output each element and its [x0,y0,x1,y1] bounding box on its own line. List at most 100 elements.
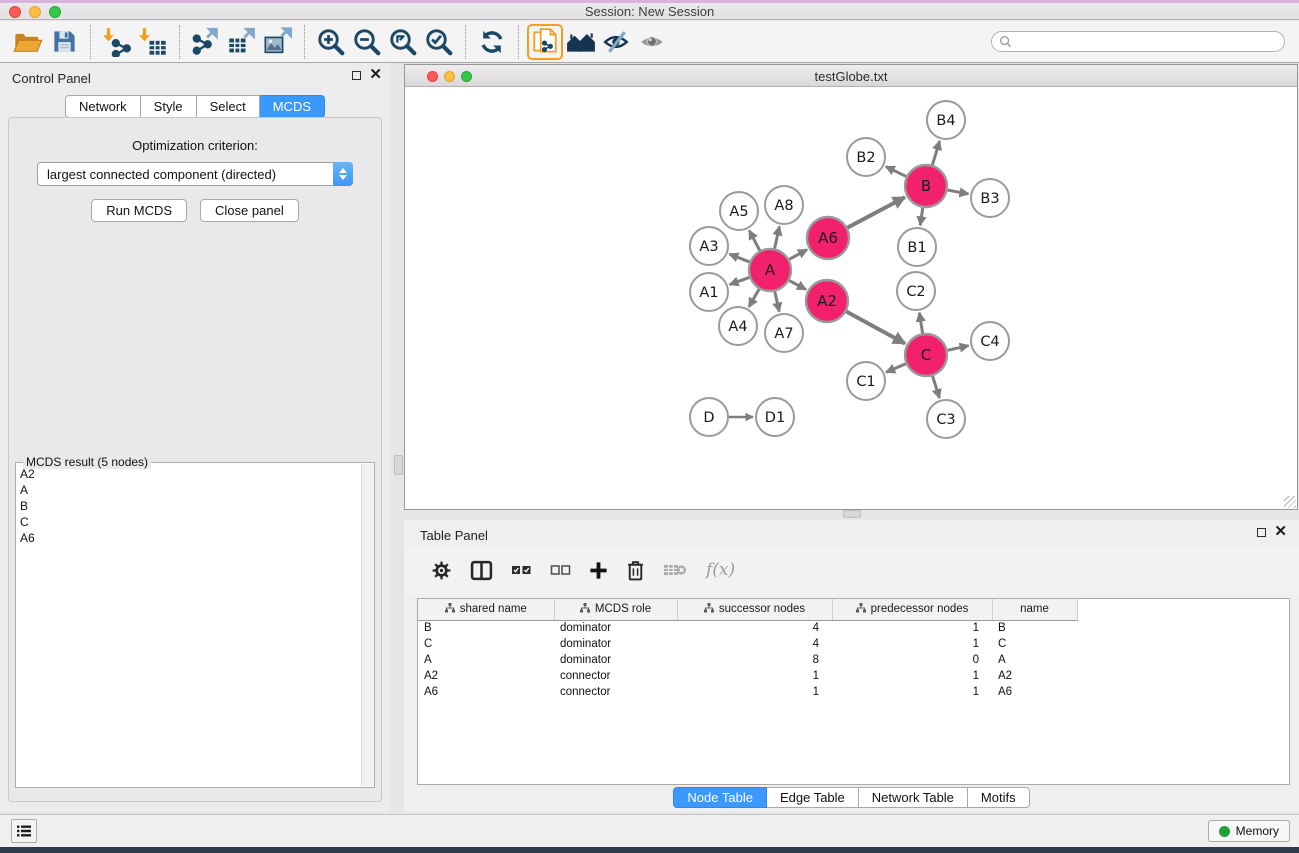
graph-edge[interactable] [730,277,750,284]
graph-edge[interactable] [775,227,780,249]
graph-node[interactable]: A5 [720,192,758,230]
graph-node[interactable]: B3 [971,179,1009,217]
graph-edge[interactable] [920,208,923,225]
graph-edge[interactable] [947,346,968,351]
network-graph-canvas[interactable]: B4B2BB3B1A5A8A6A3AA1A2A4A7C2C4CC1C3DD1 [405,87,1297,509]
result-scrollbar[interactable] [361,464,374,786]
graph-node[interactable]: A1 [690,273,728,311]
table-row[interactable]: A2connector11A2 [418,668,1077,684]
import-network-button[interactable] [99,24,135,60]
column-header[interactable]: name [992,599,1077,620]
hide-graphics-details-button[interactable] [599,24,635,60]
refresh-button[interactable] [474,24,510,60]
attribute-table[interactable]: shared nameMCDS rolesuccessor nodesprede… [418,599,1078,700]
select-all-rows-button[interactable] [511,563,532,577]
window-resize-grip[interactable] [1284,496,1296,508]
vertical-divider-grip[interactable] [394,455,403,475]
import-table-button[interactable] [135,24,171,60]
graph-node[interactable]: C1 [847,362,885,400]
tab-select[interactable]: Select [197,95,260,118]
graph-edge[interactable] [933,376,940,398]
add-column-button[interactable] [589,561,608,580]
column-header[interactable]: shared name [418,599,554,620]
export-image-button[interactable] [260,24,296,60]
delete-table-button[interactable] [663,562,688,578]
search-box[interactable] [991,31,1285,52]
open-file-button[interactable] [10,24,46,60]
graph-edge[interactable] [729,254,749,262]
graph-node[interactable]: B2 [847,138,885,176]
save-session-button[interactable] [46,24,82,60]
zoom-selected-button[interactable] [421,24,457,60]
graph-edge[interactable] [846,312,905,344]
tab-edge-table[interactable]: Edge Table [767,787,859,808]
graph-node-selected[interactable]: A6 [807,217,849,259]
home-button[interactable] [563,24,599,60]
graph-edge[interactable] [775,291,779,311]
graph-edge[interactable] [932,141,939,165]
graph-edge[interactable] [789,281,806,290]
graph-edge[interactable] [749,289,759,307]
column-header[interactable]: successor nodes [677,599,832,620]
criterion-select[interactable]: largest connected component (directed) [37,162,353,186]
mcds-result-item[interactable]: C [20,514,361,530]
show-graphics-details-button[interactable] [635,24,671,60]
delete-column-button[interactable] [626,560,645,581]
graph-edge[interactable] [886,167,906,177]
function-builder-button[interactable]: f(x) [706,560,735,580]
graph-node[interactable]: B1 [898,228,936,266]
column-header[interactable]: predecessor nodes [832,599,992,620]
table-settings-button[interactable] [431,560,452,581]
graph-node-selected[interactable]: A2 [806,280,848,322]
graph-edge[interactable] [789,250,807,260]
show-panels-button[interactable] [11,819,37,843]
table-row[interactable]: Cdominator41C [418,636,1077,652]
graph-node[interactable]: D [690,398,728,436]
graph-node[interactable]: A7 [765,314,803,352]
graph-edge[interactable] [847,197,904,227]
graph-edge[interactable] [886,364,906,373]
run-mcds-button[interactable]: Run MCDS [91,199,187,222]
graph-node-selected[interactable]: B [905,165,947,207]
graph-node[interactable]: A4 [719,307,757,345]
search-input[interactable] [1012,33,1284,50]
close-table-panel-icon[interactable]: ✕ [1274,527,1287,537]
zoom-fit-button[interactable] [385,24,421,60]
mcds-result-item[interactable]: B [20,498,361,514]
horizontal-divider-grip[interactable] [843,510,861,518]
zoom-in-button[interactable] [313,24,349,60]
graph-node[interactable]: A3 [690,227,728,265]
export-table-button[interactable] [224,24,260,60]
graph-node[interactable]: D1 [756,398,794,436]
table-row[interactable]: Adominator80A [418,652,1077,668]
tab-network[interactable]: Network [65,95,141,118]
graph-node[interactable]: C2 [897,272,935,310]
export-network-button[interactable] [188,24,224,60]
network-file-button[interactable] [527,24,563,60]
graph-node-selected[interactable]: A [749,249,791,291]
tab-network-table[interactable]: Network Table [859,787,968,808]
select-stepper-icon[interactable] [333,162,353,186]
graph-edge[interactable] [749,230,760,250]
graph-node[interactable]: A8 [765,186,803,224]
graph-node-selected[interactable]: C [905,334,947,376]
column-header[interactable]: MCDS role [554,599,677,620]
tab-motifs[interactable]: Motifs [968,787,1030,808]
close-panel-button[interactable]: Close panel [200,199,299,222]
mcds-result-item[interactable]: A6 [20,530,361,546]
table-row[interactable]: Bdominator41B [418,620,1077,636]
zoom-out-button[interactable] [349,24,385,60]
deselect-all-rows-button[interactable] [550,563,571,577]
tab-style[interactable]: Style [141,95,197,118]
mcds-result-item[interactable]: A [20,482,361,498]
close-panel-icon[interactable]: ✕ [369,70,382,80]
tab-mcds[interactable]: MCDS [260,95,325,118]
graph-node[interactable]: C3 [927,400,965,438]
tab-node-table[interactable]: Node Table [673,787,767,808]
table-header-row[interactable]: shared nameMCDS rolesuccessor nodesprede… [418,599,1077,620]
graph-node[interactable]: C4 [971,322,1009,360]
float-table-panel-icon[interactable] [1257,528,1266,537]
graph-edge[interactable] [919,313,922,334]
graph-edge[interactable] [948,190,969,194]
memory-button[interactable]: Memory [1208,820,1290,842]
